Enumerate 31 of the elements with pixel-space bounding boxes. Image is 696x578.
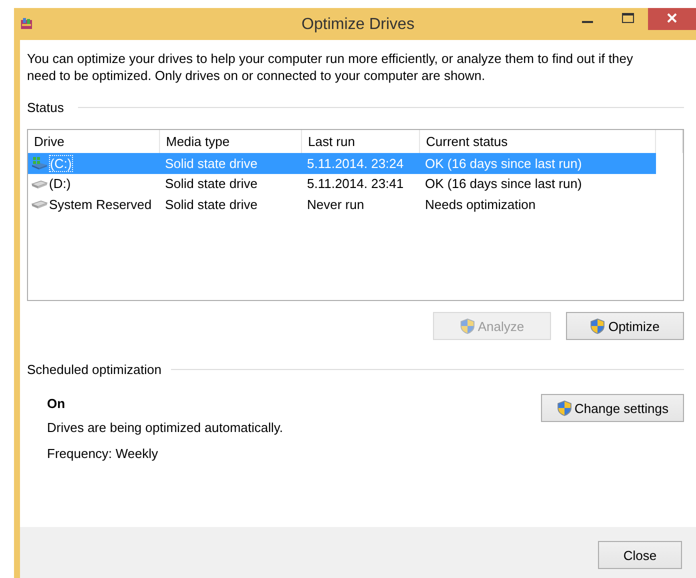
section-label: Status [27,100,64,115]
table-cell: (C:) [49,154,73,172]
description-text: You can optimize your drives to help your computer run more efficiently, or analyze them to find out if they need to be optimized. Only drives on or connected to your computer are shown. [27,50,634,84]
section-label: Scheduled optimization [27,362,162,377]
drive-icon [31,198,48,210]
table-cell-text: Solid state drive [164,196,258,214]
shield-icon [460,318,475,334]
table-cell-text: Needs optimization [424,196,537,214]
window-title: Optimize Drives [302,16,414,33]
schedule-state: On [47,396,66,411]
table-cell: System Reserved [49,196,152,212]
schedule-description: Drives are being optimized automatically. [47,420,284,435]
change-settings-button[interactable]: Change settings [541,394,684,422]
table-cell-text: Never run [306,196,366,214]
table-row[interactable]: (D:) Solid state drive 5.11.2014. 23:41 OK (16 days since last run) [28,174,683,194]
table-cell-text: OK (16 days since last run) [424,175,583,194]
shield-icon [556,400,572,416]
table-cell: Solid state drive [160,153,302,174]
table-cell: OK (16 days since last run) [420,153,656,174]
table-cell-text: 5.11.2014. 23:41 [306,175,405,194]
frequency-text: Frequency: Weekly [47,446,160,461]
action-button[interactable]: Optimize [566,312,684,340]
shield-icon [590,318,606,334]
table-row[interactable]: System Reserved Solid state drive Never run Needs optimization [28,194,683,214]
table-cell: 5.11.2014. 23:24 [302,153,420,174]
table-cell: (D:) [49,176,71,192]
drive-icon [31,178,48,190]
drive-icon [31,156,48,170]
table-cell-text: Solid state drive [164,175,258,194]
app-icon [20,17,33,30]
close-button[interactable]: Close [598,541,682,569]
